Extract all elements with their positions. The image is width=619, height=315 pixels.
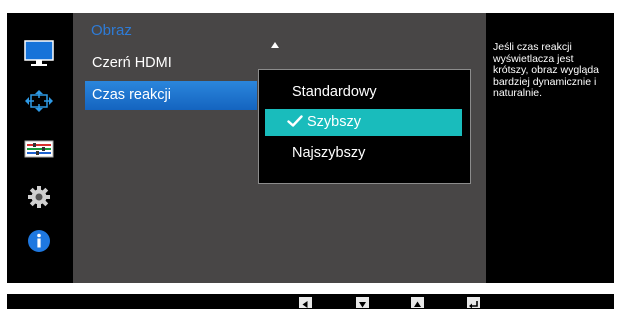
menu-item-label: Czerń HDMI	[92, 55, 172, 71]
left-arrow-key-icon[interactable]	[299, 297, 312, 308]
screen-size-icon[interactable]	[24, 89, 54, 113]
option-standard[interactable]: Standardowy	[265, 79, 462, 106]
gear-icon[interactable]	[24, 185, 54, 209]
enter-key-icon[interactable]	[467, 297, 480, 309]
response-time-dropdown: Standardowy Szybszy Najszybszy	[258, 69, 471, 184]
menu-title: Obraz	[91, 22, 132, 39]
button-guide-bar	[7, 294, 614, 309]
picture-icon[interactable]	[24, 40, 54, 66]
option-label: Standardowy	[292, 84, 377, 100]
settings-adjust-icon[interactable]	[24, 139, 54, 163]
menu-item-response-time[interactable]: Czas reakcji	[85, 81, 257, 110]
help-text: Jeśli czas reakcji wyświetlacza jest kró…	[493, 41, 600, 100]
help-panel: Jeśli czas reakcji wyświetlacza jest kró…	[486, 13, 614, 283]
up-arrow-key-icon[interactable]	[411, 297, 424, 308]
option-faster[interactable]: Szybszy	[265, 109, 462, 136]
menu-item-hdmi-black-level[interactable]: Czerń HDMI	[85, 49, 257, 78]
option-label: Najszybszy	[292, 145, 366, 161]
osd-window: Obraz Czerń HDMI Czas reakcji Standardow…	[7, 13, 614, 283]
option-label: Szybszy	[307, 114, 361, 130]
info-icon[interactable]	[24, 229, 54, 253]
checkmark-icon	[287, 114, 303, 127]
option-fastest[interactable]: Najszybszy	[265, 140, 462, 167]
scroll-up-icon[interactable]	[271, 35, 279, 53]
menu-item-label: Czas reakcji	[92, 87, 171, 103]
sidebar	[7, 13, 73, 283]
down-arrow-key-icon[interactable]	[356, 297, 369, 308]
menu-panel: Obraz Czerń HDMI Czas reakcji Standardow…	[73, 13, 486, 283]
